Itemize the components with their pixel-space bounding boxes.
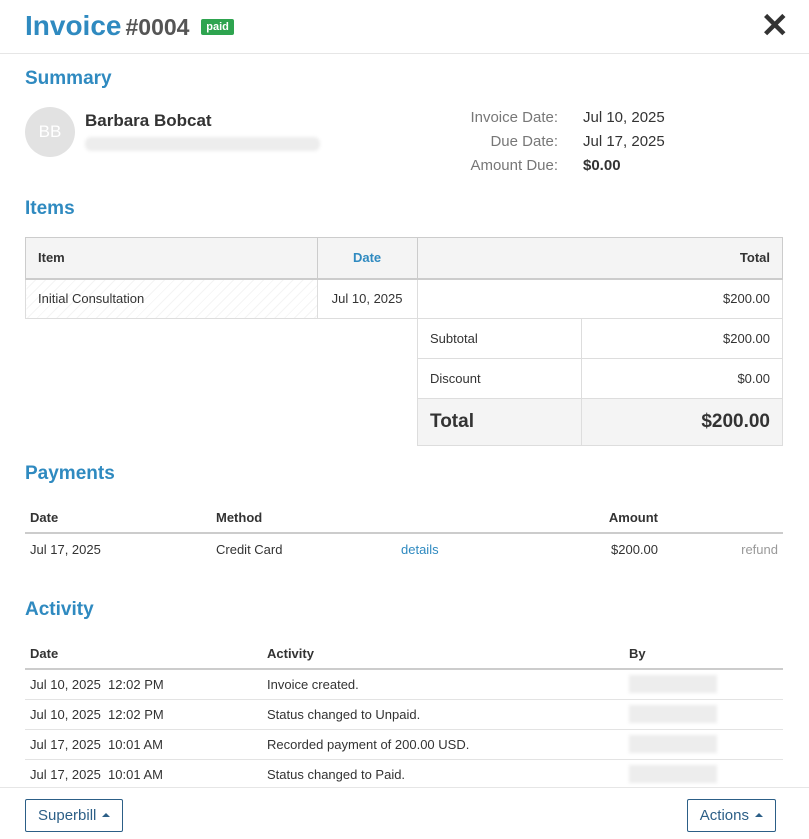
invoice-date-value: Jul 10, 2025 [583, 109, 665, 126]
actions-label: Actions [699, 807, 749, 824]
total-row: Total $200.00 [417, 398, 784, 446]
activity-date: Jul 17, 2025 10:01 AM [25, 729, 262, 760]
subtotal-label: Subtotal [417, 318, 582, 359]
payments-col-date: Date [25, 503, 211, 534]
actions-button[interactable]: Actions [686, 799, 776, 832]
activity-date: Jul 10, 2025 12:02 PM [25, 669, 262, 700]
activity-text: Status changed to Unpaid. [262, 699, 624, 730]
modal-footer: Superbill Actions [0, 787, 809, 839]
activity-by-redacted [629, 705, 717, 723]
activity-col-date: Date [25, 639, 262, 670]
activity-date: Jul 17, 2025 10:01 AM [25, 759, 262, 790]
page-title: Invoice #0004 paid [25, 10, 234, 42]
superbill-label: Superbill [38, 807, 97, 824]
amount-due-value: $0.00 [583, 157, 621, 174]
items-heading: Items [25, 198, 75, 219]
client-name: Barbara Bobcat [85, 111, 212, 130]
avatar: BB [25, 107, 75, 157]
caret-up-icon [755, 813, 763, 817]
items-col-item: Item [25, 237, 318, 280]
due-date-value: Jul 17, 2025 [583, 133, 665, 150]
discount-row: Discount $0.00 [417, 358, 784, 399]
superbill-button[interactable]: Superbill [25, 799, 124, 832]
payment-amount: $200.00 [611, 541, 658, 557]
activity-text: Status changed to Paid. [262, 759, 624, 790]
payments-col-blank [396, 503, 516, 534]
invoice-number: #0004 [125, 14, 190, 40]
item-date: Jul 10, 2025 [316, 278, 418, 319]
amount-due-label: Amount Due: [470, 157, 558, 174]
activity-col-by: By [624, 639, 783, 670]
invoice-date-label: Invoice Date: [470, 109, 558, 126]
activity-date: Jul 10, 2025 12:02 PM [25, 699, 262, 730]
items-col-date[interactable]: Date [316, 237, 418, 280]
payments-heading: Payments [25, 463, 115, 484]
payment-details-link[interactable]: details [401, 542, 439, 557]
item-total: $200.00 [416, 278, 784, 319]
totals-table: Subtotal $200.00 Discount $0.00 Total $2… [417, 318, 784, 446]
table-row: Jul 17, 2025 10:01 AM Recorded payment o… [25, 729, 783, 760]
invoice-title: Invoice [25, 10, 122, 41]
table-row: Initial Consultation Jul 10, 2025 $200.0… [25, 278, 784, 319]
activity-text: Invoice created. [262, 669, 624, 700]
total-value: $200.00 [580, 398, 784, 446]
items-col-total: Total [416, 237, 784, 280]
caret-up-icon [102, 813, 111, 817]
client-email-redacted [85, 137, 320, 151]
payments-col-amount: Amount [516, 503, 663, 534]
status-badge: paid [201, 19, 234, 35]
discount-label: Discount [417, 358, 582, 399]
item-name: Initial Consultation [25, 278, 318, 319]
activity-by-redacted [629, 735, 717, 753]
activity-heading: Activity [25, 599, 94, 620]
activity-text: Recorded payment of 200.00 USD. [262, 729, 624, 760]
payment-method: Credit Card [216, 541, 283, 557]
activity-col-activity: Activity [262, 639, 624, 670]
subtotal-value: $200.00 [580, 318, 784, 359]
due-date-label: Due Date: [490, 133, 558, 150]
subtotal-row: Subtotal $200.00 [417, 318, 784, 359]
payments-col-blank-2 [663, 503, 783, 534]
modal-header: Invoice #0004 paid ✕ [0, 0, 809, 54]
activity-by-redacted [629, 675, 717, 694]
items-table: Item Date Total Initial Consultation Jul… [25, 237, 784, 319]
summary-heading: Summary [25, 68, 112, 89]
close-icon[interactable]: ✕ [761, 9, 790, 43]
activity-by-redacted [629, 765, 717, 783]
table-row: Jul 17, 2025 10:01 AM Status changed to … [25, 759, 783, 790]
payment-refund-link[interactable]: refund [741, 542, 778, 557]
table-row: Jul 10, 2025 12:02 PM Invoice created. [25, 669, 783, 700]
payment-date: Jul 17, 2025 [30, 541, 101, 557]
activity-table: Date Activity By Jul 10, 2025 12:02 PM I… [25, 639, 783, 790]
table-row: Jul 10, 2025 12:02 PM Status changed to … [25, 699, 783, 730]
total-label: Total [417, 398, 582, 446]
table-row: Jul 17, 2025 Credit Card details $200.00… [25, 533, 783, 564]
payments-table: Date Method Amount Jul 17, 2025 Credit C… [25, 503, 783, 564]
payments-col-method: Method [211, 503, 396, 534]
discount-value: $0.00 [580, 358, 784, 399]
